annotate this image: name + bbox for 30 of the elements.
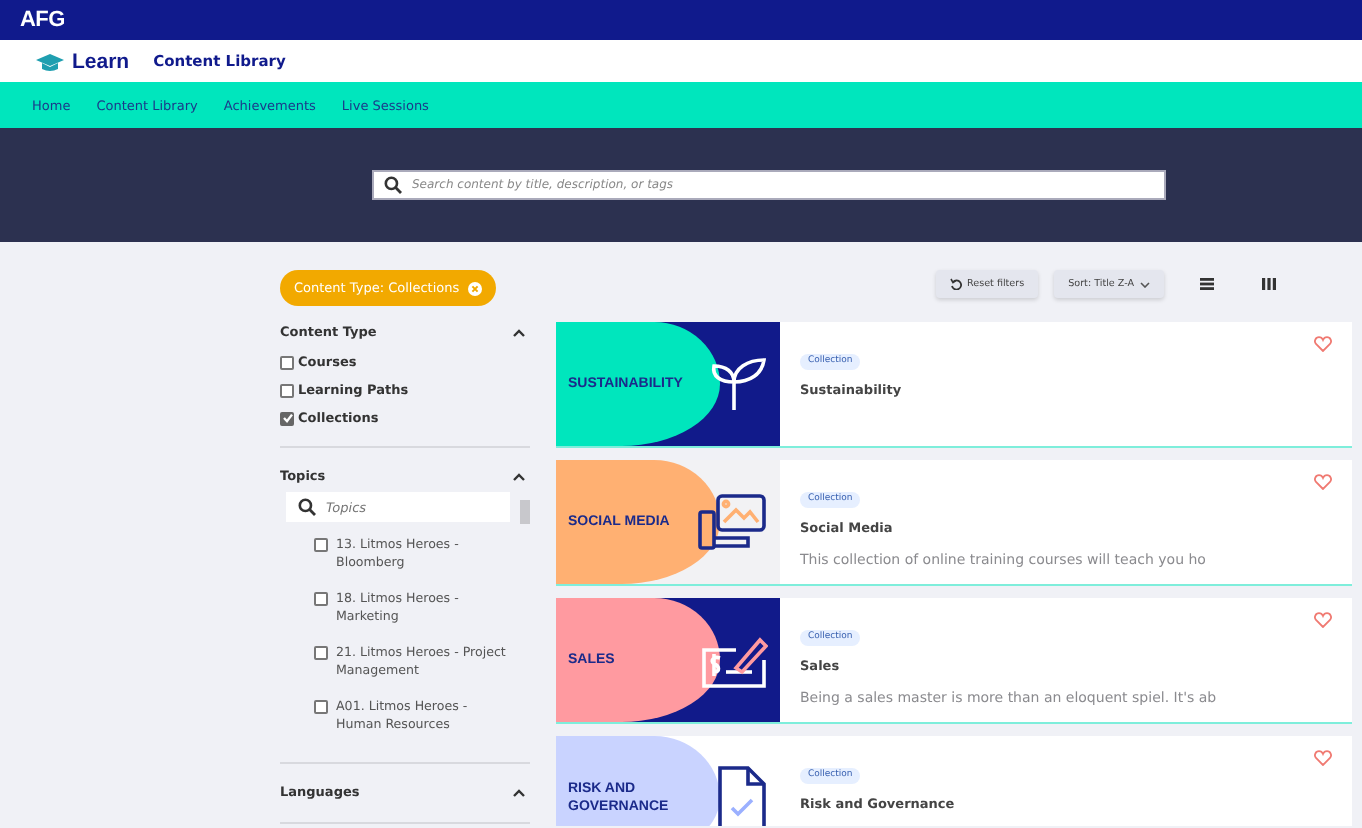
heart-icon[interactable] <box>1314 750 1332 766</box>
undo-icon <box>949 278 962 290</box>
brand-logo[interactable]: AFG <box>20 8 65 32</box>
cheque-pencil-icon <box>700 632 768 688</box>
sprout-icon <box>708 356 768 412</box>
search-icon <box>298 498 316 516</box>
caret-icon <box>1140 281 1150 287</box>
scrollbar[interactable] <box>520 500 530 524</box>
heart-icon[interactable] <box>1314 612 1332 628</box>
checkbox[interactable] <box>280 383 294 397</box>
document-check-icon <box>716 766 768 826</box>
heart-icon[interactable] <box>1314 336 1332 352</box>
graduation-cap-icon <box>34 51 66 71</box>
monitor-icon <box>696 494 768 550</box>
checkbox[interactable] <box>314 646 328 660</box>
app-name[interactable]: Learn <box>72 49 130 73</box>
list-view-icon[interactable] <box>1200 278 1214 290</box>
check-icon <box>281 412 293 424</box>
search-icon <box>384 176 402 194</box>
grid-view-icon[interactable] <box>1262 278 1276 290</box>
chevron-icon[interactable] <box>512 787 526 797</box>
checkbox[interactable] <box>314 700 328 714</box>
heart-icon[interactable] <box>1314 474 1332 490</box>
chevron-icon[interactable] <box>512 327 526 337</box>
checkbox[interactable] <box>314 592 328 606</box>
checkbox[interactable] <box>280 355 294 369</box>
checkbox[interactable] <box>314 538 328 552</box>
checkbox[interactable] <box>280 411 294 425</box>
clear-icon <box>467 281 482 295</box>
chevron-icon[interactable] <box>512 471 526 481</box>
